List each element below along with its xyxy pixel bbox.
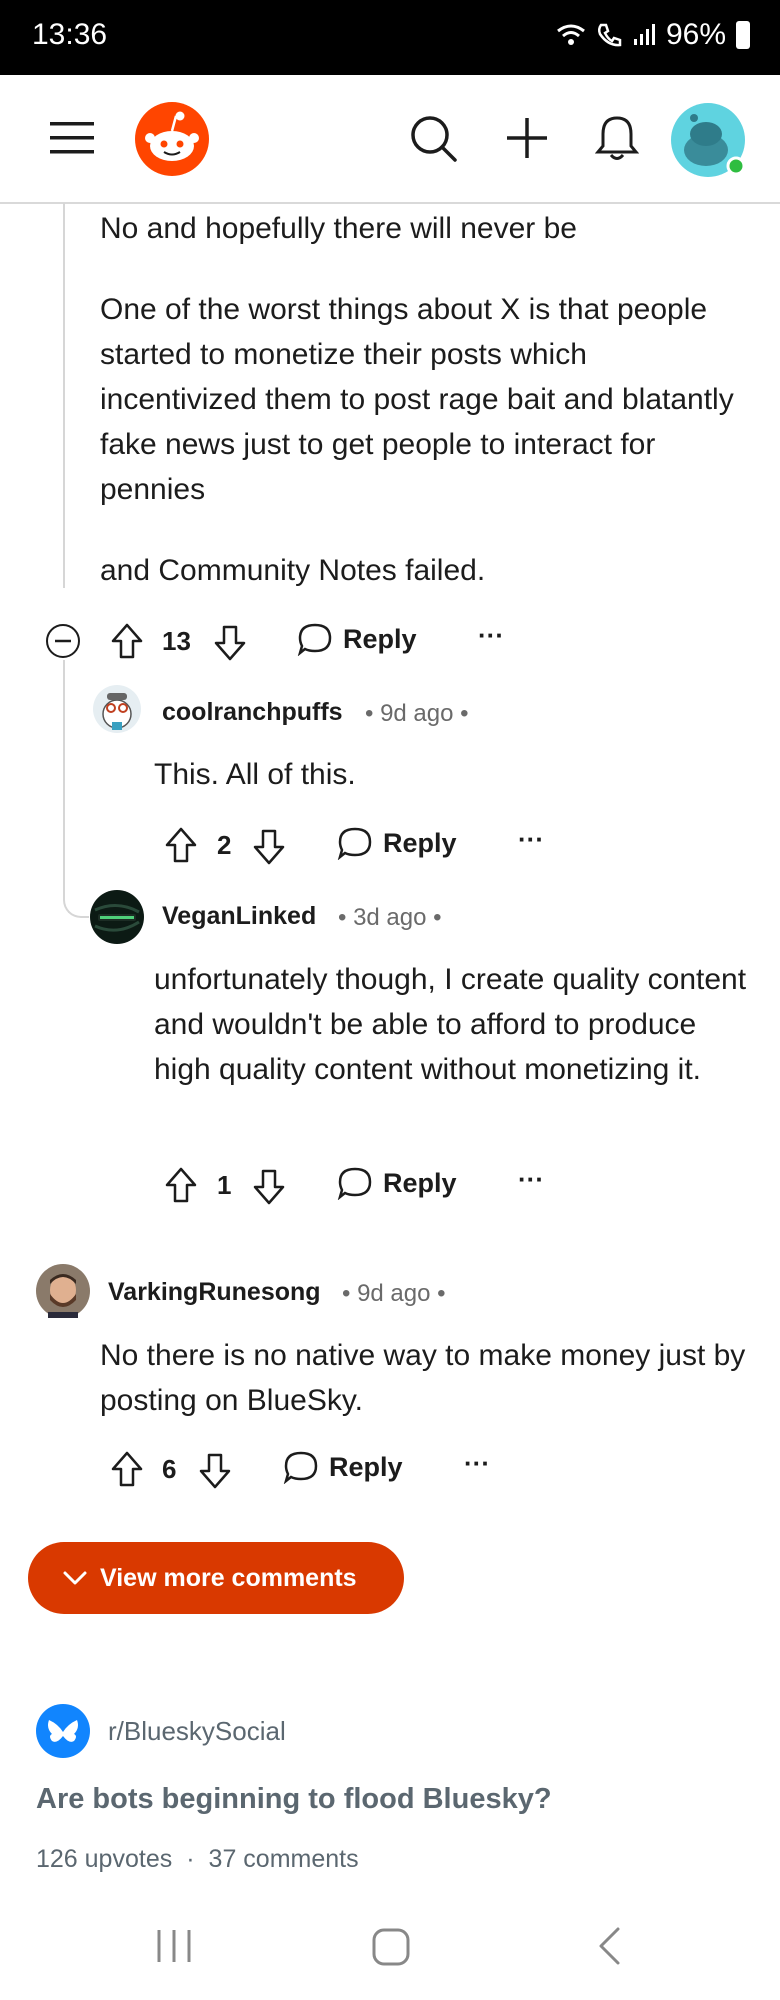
upvote-count: 126 upvotes: [36, 1845, 173, 1873]
comment-timestamp: • 3d ago •: [338, 904, 442, 931]
back-icon[interactable]: [596, 1926, 622, 1966]
comment-timestamp: • 9d ago •: [342, 1280, 446, 1307]
comment-paragraph: and Community Notes failed.: [100, 554, 486, 587]
stats-separator: ·: [186, 1845, 195, 1873]
view-more-label: View more comments: [100, 1563, 357, 1592]
comment-bubble-icon: [337, 827, 372, 860]
view-more-comments-button[interactable]: View more comments: [28, 1542, 404, 1614]
create-post-icon[interactable]: [505, 116, 549, 160]
comment-timestamp: • 9d ago •: [365, 700, 469, 727]
collapse-thread-icon[interactable]: [45, 623, 81, 659]
status-bar: 13:36 96%: [0, 0, 780, 75]
downvote-icon[interactable]: [252, 828, 286, 866]
comment-paragraph: One of the worst things about X is that …: [100, 293, 734, 506]
reply-button[interactable]: Reply: [283, 1450, 403, 1484]
comment-bubble-icon: [283, 1451, 318, 1484]
more-options-icon[interactable]: ···: [518, 824, 544, 855]
comment-body: unfortunately though, I create quality c…: [154, 963, 747, 1086]
vote-count: 13: [162, 626, 191, 656]
downvote-icon[interactable]: [252, 1168, 286, 1206]
comment-bubble-icon: [337, 1167, 372, 1200]
reply-button[interactable]: Reply: [337, 1166, 457, 1200]
thread-connector: [63, 888, 89, 918]
user-avatar: [90, 890, 144, 944]
more-options-icon[interactable]: ···: [464, 1448, 490, 1479]
user-avatar[interactable]: [670, 102, 746, 178]
reply-label: Reply: [383, 827, 457, 858]
comment-username[interactable]: VeganLinked: [162, 902, 316, 931]
thread-line[interactable]: [63, 203, 65, 588]
home-icon[interactable]: [372, 1928, 410, 1966]
reddit-logo-icon[interactable]: [135, 102, 209, 176]
battery-icon: [736, 21, 750, 49]
user-avatar: [93, 685, 141, 733]
status-time: 13:36: [32, 18, 108, 51]
signal-icon: [633, 24, 655, 45]
comment-paragraph: No and hopefully there will never be: [100, 212, 577, 245]
comment-body: This. All of this.: [154, 758, 356, 791]
upvote-icon[interactable]: [110, 1450, 144, 1488]
thread-line[interactable]: [63, 660, 65, 890]
related-post-stats: 126 upvotes · 37 comments: [36, 1845, 359, 1874]
related-post-title[interactable]: Are bots beginning to flood Bluesky?: [36, 1783, 552, 1816]
parent-comment-body: No and hopefully there will never be One…: [100, 206, 750, 593]
more-options-icon[interactable]: ···: [478, 620, 504, 651]
wifi-icon: [557, 24, 585, 45]
downvote-icon[interactable]: [213, 624, 247, 662]
upvote-icon[interactable]: [110, 622, 144, 660]
reply-label: Reply: [343, 623, 417, 654]
chevron-down-icon: [63, 1571, 87, 1585]
upvote-icon[interactable]: [164, 826, 198, 864]
comment-count: 37 comments: [208, 1845, 359, 1873]
bluesky-subreddit-icon[interactable]: [36, 1704, 90, 1758]
battery-percent: 96%: [665, 18, 726, 51]
comment-body: No there is no native way to make money …: [100, 1339, 746, 1417]
comment-bubble-icon: [297, 623, 332, 656]
reply-button[interactable]: Reply: [297, 622, 417, 656]
upvote-icon[interactable]: [164, 1166, 198, 1204]
reply-button[interactable]: Reply: [337, 826, 457, 860]
menu-icon[interactable]: [50, 120, 94, 156]
vote-count: 6: [162, 1454, 177, 1484]
downvote-icon[interactable]: [198, 1452, 232, 1490]
subreddit-name[interactable]: r/BlueskySocial: [108, 1716, 286, 1747]
vote-count: 1: [217, 1170, 232, 1200]
more-options-icon[interactable]: ···: [518, 1164, 544, 1195]
vote-count: 2: [217, 830, 232, 860]
call-icon: [597, 23, 622, 47]
reply-label: Reply: [329, 1451, 403, 1482]
user-avatar: [36, 1264, 90, 1318]
recent-apps-icon[interactable]: [155, 1928, 193, 1964]
status-icons: 96%: [556, 18, 750, 52]
system-navigation-bar: [0, 1900, 780, 2000]
search-icon[interactable]: [410, 115, 458, 163]
reply-label: Reply: [383, 1167, 457, 1198]
notification-bell-icon[interactable]: [595, 114, 639, 162]
comment-username[interactable]: coolranchpuffs: [162, 698, 343, 727]
app-header: [0, 75, 780, 204]
comment-username[interactable]: VarkingRunesong: [108, 1278, 321, 1307]
